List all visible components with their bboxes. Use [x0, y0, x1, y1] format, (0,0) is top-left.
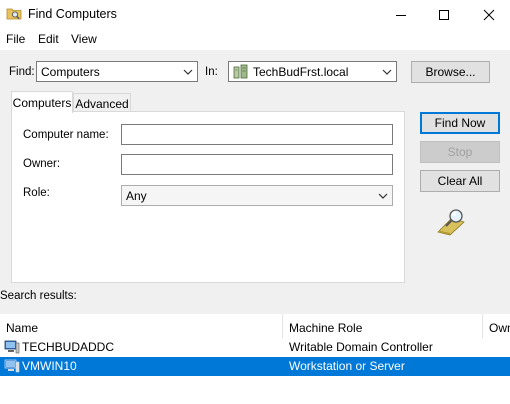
role-select[interactable]: Any: [121, 185, 393, 206]
search-flashlight-icon: [437, 209, 465, 236]
row-name: TECHBUDADDC: [22, 340, 115, 354]
table-row-selected[interactable]: VMWIN10 Workstation or Server: [0, 357, 510, 376]
clear-all-button[interactable]: Clear All: [420, 170, 500, 192]
table-row[interactable]: TECHBUDADDC Writable Domain Controller: [0, 338, 510, 357]
role-value: Any: [126, 188, 147, 203]
computer-icon: [4, 359, 20, 373]
owner-field[interactable]: [121, 154, 393, 175]
find-type-select[interactable]: Computers: [36, 61, 198, 82]
computer-name-label: Computer name:: [23, 129, 109, 141]
domain-icon: [233, 64, 248, 79]
browse-button[interactable]: Browse...: [411, 61, 490, 83]
column-separator[interactable]: [482, 314, 483, 338]
in-label: In:: [205, 66, 218, 78]
row-machine-role: Workstation or Server: [289, 359, 405, 373]
search-results-label: Search results:: [0, 290, 77, 302]
menu-edit[interactable]: Edit: [38, 32, 59, 46]
computer-icon: [4, 340, 20, 354]
close-icon: [483, 9, 495, 21]
column-header-machine-role[interactable]: Machine Role: [289, 318, 362, 337]
find-label: Find:: [9, 66, 35, 78]
role-label: Role:: [23, 187, 50, 199]
chevron-down-icon: [382, 69, 392, 75]
owner-label: Owner:: [23, 158, 61, 170]
column-separator[interactable]: [282, 314, 283, 338]
tab-computers[interactable]: Computers: [11, 91, 73, 113]
close-button[interactable]: [466, 0, 510, 30]
maximize-icon: [439, 10, 449, 20]
maximize-button[interactable]: [421, 0, 467, 30]
window-title: Find Computers: [28, 7, 117, 21]
domain-select[interactable]: TechBudFrst.local: [228, 61, 397, 82]
row-machine-role: Writable Domain Controller: [289, 340, 433, 354]
tab-advanced[interactable]: Advanced: [73, 93, 131, 113]
row-name: VMWIN10: [22, 359, 77, 373]
stop-button[interactable]: Stop: [420, 141, 500, 163]
domain-value: TechBudFrst.local: [253, 64, 349, 79]
column-header-name[interactable]: Name: [6, 318, 38, 337]
chevron-down-icon: [183, 69, 193, 75]
menu-view[interactable]: View: [71, 32, 97, 46]
minimize-button[interactable]: [378, 0, 424, 30]
find-folder-icon: [6, 8, 22, 20]
minimize-icon: [396, 15, 406, 16]
find-now-button[interactable]: Find Now: [420, 112, 500, 134]
column-header-owner[interactable]: Own: [489, 318, 510, 337]
find-type-value: Computers: [41, 64, 100, 79]
menu-file[interactable]: File: [6, 32, 25, 46]
chevron-down-icon: [378, 193, 388, 199]
computer-name-field[interactable]: [121, 124, 393, 145]
